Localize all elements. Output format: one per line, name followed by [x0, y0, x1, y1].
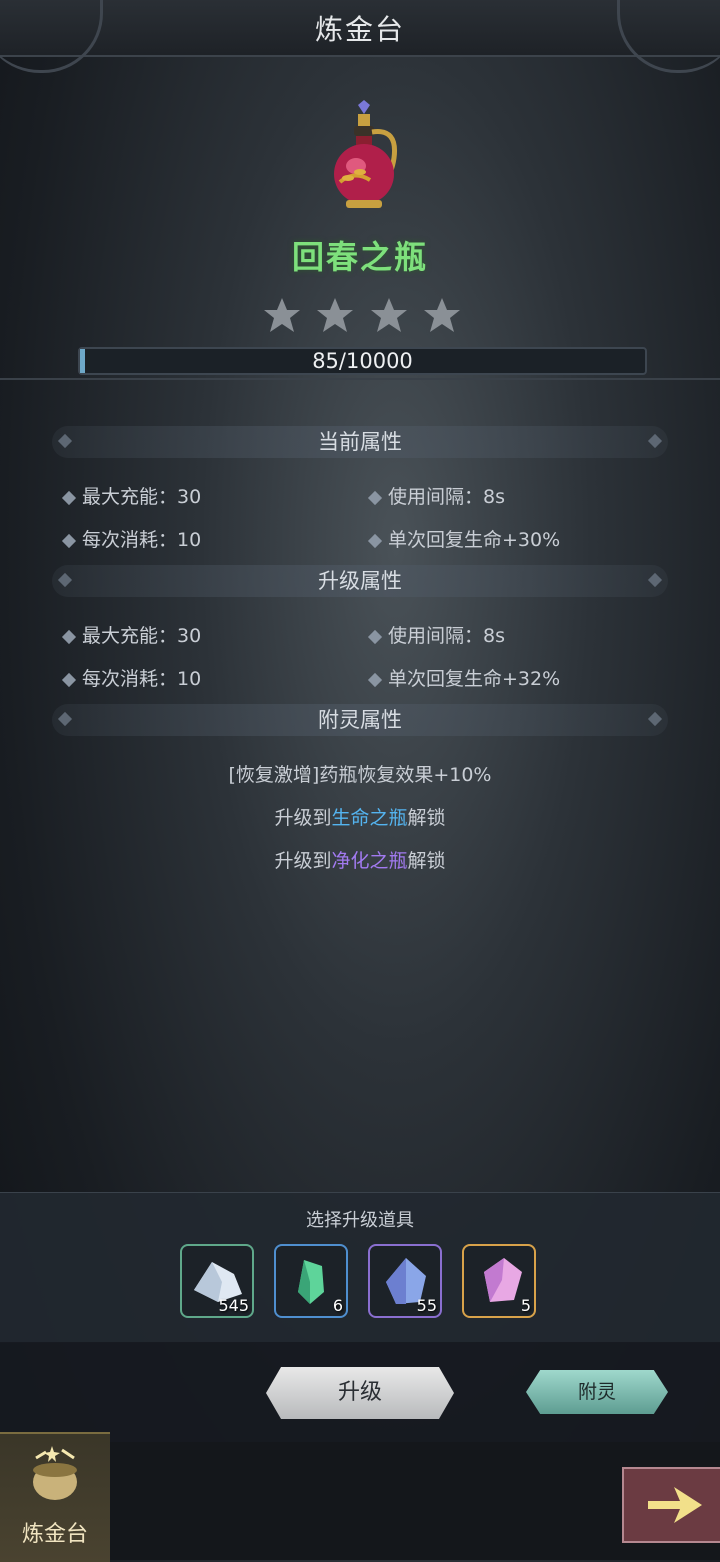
upgrade-item-slot-green[interactable]: 6 [274, 1244, 348, 1318]
diamond-bullet-icon [367, 629, 383, 644]
diamond-bullet-icon [367, 490, 383, 505]
section-title: 附灵属性 [318, 708, 402, 732]
potion-bottle-icon [334, 100, 398, 208]
section-title: 当前属性 [318, 430, 402, 454]
stat-max-charge: 最大充能：30 [61, 482, 201, 509]
green-crystal-icon [298, 1260, 324, 1304]
next-arrow-button[interactable] [622, 1467, 720, 1543]
stat-use-interval: 使用间隔：8s [367, 621, 505, 648]
pink-crystal-icon [484, 1258, 522, 1302]
diamond-bullet-icon [367, 672, 383, 687]
diamond-bullet-icon [61, 629, 77, 644]
arrow-right-icon [648, 1487, 702, 1523]
upgrade-item-slot-white[interactable]: 545 [180, 1244, 254, 1318]
upgrade-button[interactable]: 升级 [266, 1367, 454, 1419]
stat-max-charge: 最大充能：30 [61, 621, 201, 648]
star-rating [262, 296, 462, 338]
current-attributes-header: 当前属性 [52, 426, 668, 458]
section-title: 升级属性 [318, 569, 402, 593]
divider [0, 378, 720, 400]
stat-heal-per-use: 单次回复生命+32% [367, 664, 560, 691]
enchant-attributes-header: 附灵属性 [52, 704, 668, 736]
stat-use-interval: 使用间隔：8s [367, 482, 505, 509]
stat-heal-per-use: 单次回复生命+30% [367, 525, 560, 552]
star-icon [370, 298, 407, 332]
diamond-bullet-icon [61, 490, 77, 505]
upgrade-attributes-header: 升级属性 [52, 565, 668, 597]
stat-cost-per-use: 每次消耗：10 [61, 525, 201, 552]
page-title: 炼金台 [314, 13, 405, 46]
star-icon [317, 298, 354, 332]
stat-cost-per-use: 每次消耗：10 [61, 664, 201, 691]
nav-tab-alchemy[interactable]: 炼金台 [0, 1432, 110, 1562]
diamond-bullet-icon [367, 533, 383, 548]
unlock-hint-purify-bottle: 升级到净化之瓶解锁 [274, 850, 446, 872]
enchant-effect-text: [恢复激增]药瓶恢复效果+10% [228, 764, 492, 786]
star-icon [423, 298, 460, 332]
upgrade-item-slot-blue[interactable]: 55 [368, 1244, 442, 1318]
star-icon [264, 298, 300, 332]
diamond-bullet-icon [61, 533, 77, 548]
diamond-bullet-icon [61, 672, 77, 687]
exp-progress-bar: 85/10000 [78, 347, 647, 375]
upgrade-item-title: 选择升级道具 [306, 1210, 414, 1231]
item-name: 回春之瓶 [291, 238, 428, 276]
upgrade-item-slot-pink[interactable]: 5 [462, 1244, 536, 1318]
exp-progress-text: 85/10000 [312, 349, 413, 373]
enchant-button[interactable]: 附灵 [526, 1370, 668, 1414]
cauldron-icon [33, 1446, 77, 1500]
unlock-hint-life-bottle: 升级到生命之瓶解锁 [274, 807, 446, 829]
